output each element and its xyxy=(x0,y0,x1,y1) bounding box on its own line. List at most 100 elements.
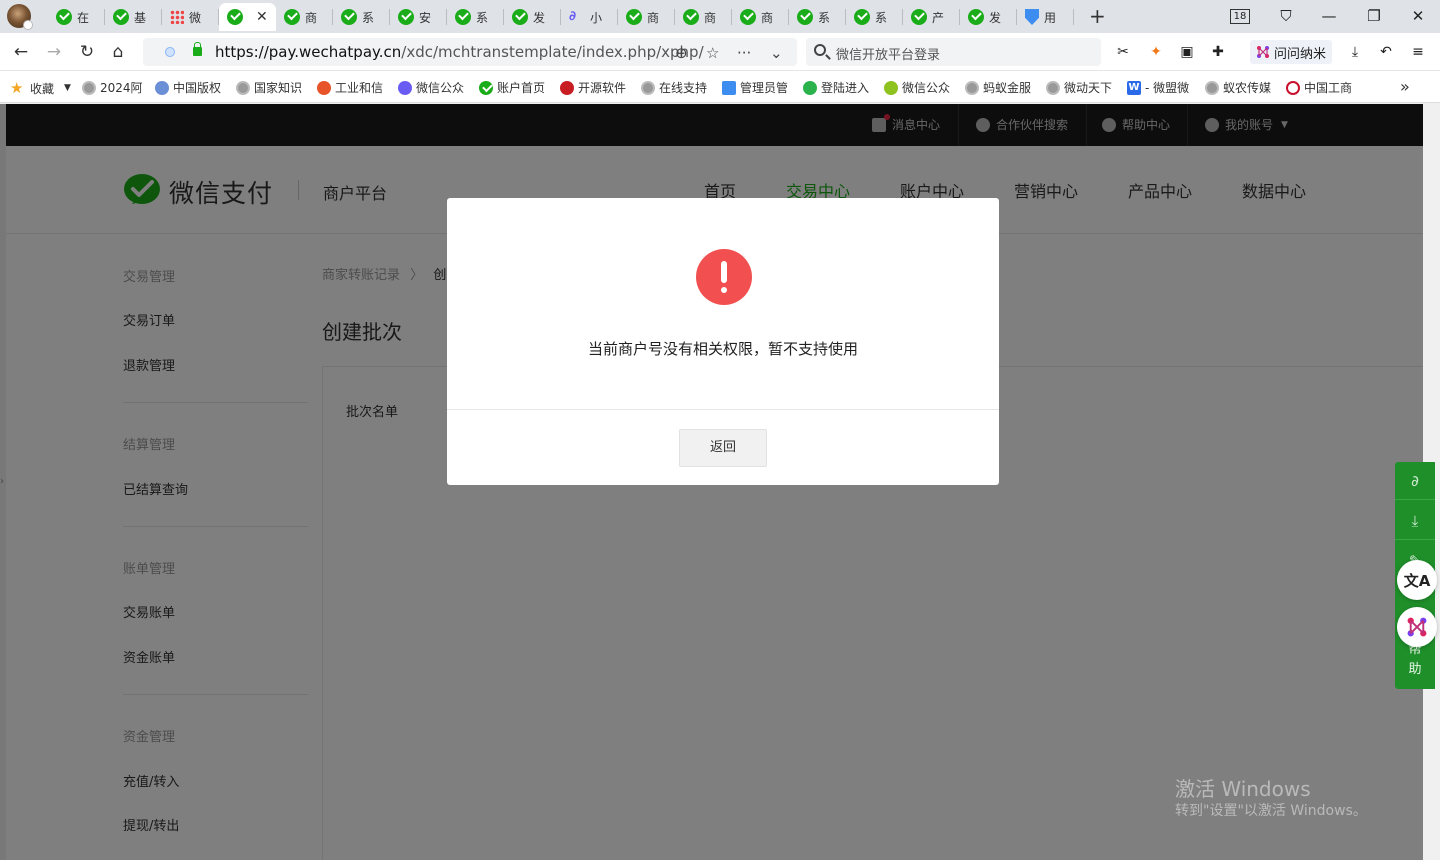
globe-icon xyxy=(236,80,250,95)
download-icon[interactable]: ⤓ xyxy=(1345,42,1365,62)
browser-tab[interactable]: 系 xyxy=(789,3,846,31)
wenwen-nami-button[interactable]: 问问纳米 xyxy=(1250,40,1332,64)
translate-icon[interactable]: 文A xyxy=(1397,560,1437,600)
browser-tab[interactable]: 用 xyxy=(1017,3,1074,31)
bookmark-item[interactable]: 在线支持 xyxy=(641,79,707,96)
search-box[interactable]: 微信开放平台登录 xyxy=(806,38,1101,66)
browser-tab[interactable]: 商 xyxy=(675,3,732,31)
w-icon: W xyxy=(1127,80,1141,95)
back-arrow-icon[interactable]: ← xyxy=(11,42,31,62)
bookmark-item[interactable]: 2024阿 xyxy=(82,79,143,96)
browser-tab[interactable]: 系 xyxy=(846,3,903,31)
game-extension-icon[interactable]: ✦ xyxy=(1146,42,1166,62)
wechat-pay-icon xyxy=(341,9,357,25)
bookmark-item[interactable]: 微信公众 xyxy=(884,79,950,96)
address-bar[interactable]: https://pay.wechatpay.cn/xdc/mchtranstem… xyxy=(143,38,797,66)
location-pin-icon[interactable]: ⊕ xyxy=(675,44,688,62)
bookmark-item[interactable]: 微动天下 xyxy=(1046,79,1112,96)
wechat-pay-icon xyxy=(683,9,699,25)
shirt-icon[interactable]: ⛉ xyxy=(1275,5,1297,27)
chevron-down-icon[interactable]: ⌄ xyxy=(770,44,783,62)
bookmark-item[interactable]: W- 微盟微 xyxy=(1127,79,1189,96)
globe-icon xyxy=(1205,80,1219,95)
site-info-icon[interactable] xyxy=(165,47,175,57)
browser-tab[interactable]: 系 xyxy=(447,3,504,31)
back-button[interactable]: 返回 xyxy=(679,429,767,467)
bookmark-item[interactable]: 开源软件 xyxy=(560,79,626,96)
bookmark-item[interactable]: 账户首页 xyxy=(479,79,545,96)
browser-tab[interactable]: 商 xyxy=(618,3,675,31)
grid-icon xyxy=(170,10,184,24)
browser-tab-active[interactable]: ✕ xyxy=(219,3,276,31)
left-edge-marker: › xyxy=(0,476,4,487)
browser-tab[interactable]: ∂ 小 xyxy=(561,3,618,31)
wechat-pay-icon xyxy=(911,9,927,25)
globe-icon xyxy=(641,80,655,95)
url-text[interactable]: https://pay.wechatpay.cn/xdc/mchtranstem… xyxy=(215,43,704,61)
globe-icon xyxy=(1046,80,1060,95)
wechat-pay-icon xyxy=(797,9,813,25)
browser-tab[interactable]: 基 xyxy=(105,3,162,31)
forward-arrow-icon[interactable]: → xyxy=(44,42,64,62)
bookmarks-bar: ★ 收藏 ▼ 2024阿 中国版权 国家知识 工业和信 微信公众 账户首页 开源软件… xyxy=(0,71,1440,103)
bookmark-favorites[interactable]: ★ 收藏 ▼ xyxy=(10,79,71,97)
lock-icon[interactable] xyxy=(193,42,202,56)
puzzle-extensions-icon[interactable]: ✚ xyxy=(1208,42,1228,62)
undo-icon[interactable]: ↶ xyxy=(1376,42,1396,62)
wechat-pay-icon xyxy=(626,9,642,25)
profile-avatar[interactable] xyxy=(7,4,33,30)
new-tab-button[interactable]: + xyxy=(1089,6,1106,26)
caret-down-icon: ▼ xyxy=(64,83,71,93)
scissors-icon[interactable]: ✂ xyxy=(1113,42,1133,62)
wechat-pay-icon xyxy=(398,9,414,25)
browser-tab[interactable]: 发 xyxy=(960,3,1017,31)
star-icon: ★ xyxy=(10,79,24,97)
home-icon[interactable]: ⌂ xyxy=(108,42,128,62)
bookmark-item[interactable]: 蚂蚁金服 xyxy=(965,79,1031,96)
minimize-button[interactable]: — xyxy=(1318,5,1340,27)
bookmark-star-icon[interactable]: ☆ xyxy=(706,44,719,62)
menu-icon[interactable]: ≡ xyxy=(1408,42,1428,62)
link-tool-icon[interactable]: ∂ xyxy=(1395,462,1435,500)
download-tool-icon[interactable]: ⤓ xyxy=(1395,502,1435,540)
shield-icon xyxy=(722,80,736,95)
bookmark-item[interactable]: 微信公众 xyxy=(398,79,464,96)
globe-icon xyxy=(317,80,331,95)
browser-tab[interactable]: 商 xyxy=(276,3,333,31)
wechat-pay-icon xyxy=(284,9,300,25)
reload-icon[interactable]: ↻ xyxy=(77,42,97,62)
bookmarks-overflow-icon[interactable]: » xyxy=(1400,77,1410,96)
wechat-pay-icon xyxy=(227,9,243,25)
windows-activation-watermark: 激活 Windows xyxy=(1175,777,1311,801)
help-text[interactable]: 助 xyxy=(1395,658,1435,677)
bookmark-item[interactable]: 中国版权 xyxy=(155,79,221,96)
close-tab-icon[interactable]: ✕ xyxy=(256,9,268,25)
nami-assistant-button[interactable] xyxy=(1397,607,1437,647)
browser-tab[interactable]: 产 xyxy=(903,3,960,31)
tab-count-badge[interactable]: 18 xyxy=(1230,9,1250,24)
bookmark-item[interactable]: 国家知识 xyxy=(236,79,302,96)
link-icon: ∂ xyxy=(569,9,577,24)
browser-tab[interactable]: 微 xyxy=(162,3,219,31)
globe-icon xyxy=(884,80,898,95)
bookmark-item[interactable]: 蚁农传媒 xyxy=(1205,79,1271,96)
restore-button[interactable]: ❐ xyxy=(1363,5,1385,27)
wallet-extension-icon[interactable]: ▣ xyxy=(1177,42,1197,62)
link-icon xyxy=(398,80,412,95)
close-window-button[interactable]: ✕ xyxy=(1407,5,1429,27)
browser-tab-strip: 在 基 微 ✕ 商 系 安 系 发 ∂ 小 商 商 商 系 系 产 发 用 + 1… xyxy=(0,0,1440,33)
bookmark-item[interactable]: 登陆进入 xyxy=(803,79,869,96)
browser-tab[interactable]: 在 xyxy=(48,3,105,31)
browser-tab[interactable]: 系 xyxy=(333,3,390,31)
wechat-pay-icon xyxy=(968,9,984,25)
wechat-pay-icon xyxy=(512,9,528,25)
dialog-footer: 返回 xyxy=(447,409,999,485)
bookmark-item[interactable]: 中国工商 xyxy=(1286,79,1352,96)
bookmark-item[interactable]: 管理员管 xyxy=(722,79,788,96)
browser-tab[interactable]: 安 xyxy=(390,3,447,31)
bookmark-item[interactable]: 工业和信 xyxy=(317,79,383,96)
more-dots-icon[interactable]: ··· xyxy=(737,44,751,62)
browser-tab[interactable]: 商 xyxy=(732,3,789,31)
browser-tab[interactable]: 发 xyxy=(504,3,561,31)
gitee-icon xyxy=(560,80,574,95)
